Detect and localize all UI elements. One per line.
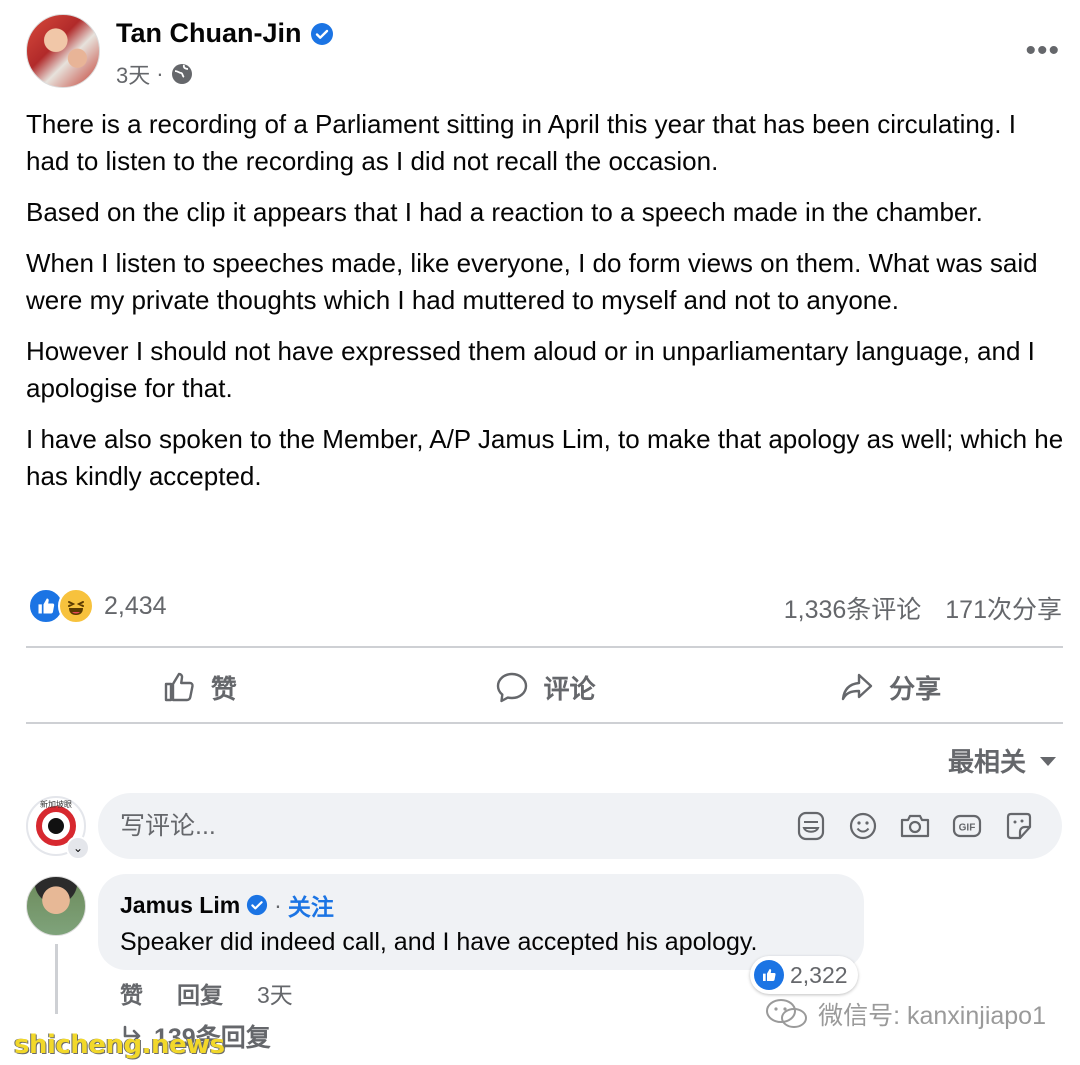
reaction-count: 2,434 bbox=[104, 591, 167, 620]
current-user-avatar[interactable]: 新加坡眼 ⌄ bbox=[26, 796, 90, 860]
commenter-name[interactable]: Jamus Lim bbox=[120, 892, 240, 919]
follow-button[interactable]: 关注 bbox=[288, 888, 334, 922]
globe-icon bbox=[171, 64, 192, 84]
comment-reaction-summary[interactable]: 2,322 bbox=[750, 956, 858, 994]
like-label: 赞 bbox=[210, 673, 237, 704]
comment-like-button[interactable]: 赞 bbox=[120, 976, 143, 1010]
wechat-icon bbox=[766, 999, 808, 1028]
reactions-summary[interactable]: 2,434 bbox=[28, 588, 167, 624]
comment-text: Speaker did indeed call, and I have acce… bbox=[120, 928, 758, 956]
like-button[interactable]: 赞 bbox=[26, 652, 372, 722]
verified-badge-icon bbox=[247, 894, 268, 916]
author-name[interactable]: Tan Chuan-Jin bbox=[116, 18, 302, 49]
sort-label: 最相关 bbox=[947, 747, 1026, 777]
comment-icon bbox=[496, 672, 527, 703]
comment-time[interactable]: 3天 bbox=[257, 976, 293, 1010]
avatar-brand-text: 新加坡眼 bbox=[40, 800, 72, 809]
share-icon bbox=[841, 673, 873, 701]
gif-icon[interactable]: GIF bbox=[950, 809, 984, 843]
commenter-avatar[interactable] bbox=[26, 876, 86, 936]
comment-reply-button[interactable]: 回复 bbox=[177, 976, 223, 1010]
thumbs-up-icon bbox=[164, 672, 194, 702]
site-watermark: shicheng.news bbox=[14, 1030, 225, 1060]
post-paragraph: Based on the clip it appears that I had … bbox=[26, 197, 983, 227]
separator-dot: · bbox=[274, 891, 282, 918]
divider bbox=[26, 722, 1063, 724]
author-avatar[interactable] bbox=[26, 14, 100, 88]
share-label: 分享 bbox=[889, 673, 942, 704]
comments-count[interactable]: 1,336条评论 bbox=[784, 590, 922, 626]
share-button[interactable]: 分享 bbox=[717, 652, 1063, 722]
post-actions: 赞 评论 分享 bbox=[26, 652, 1063, 722]
chevron-down-icon[interactable]: ⌄ bbox=[66, 836, 90, 860]
post-paragraph: When I listen to speeches made, like eve… bbox=[26, 248, 1038, 315]
composer-tools: GIF bbox=[794, 809, 1062, 843]
comment-input[interactable] bbox=[120, 811, 794, 841]
post-body: There is a recording of a Parliament sit… bbox=[26, 106, 1066, 509]
more-options-icon[interactable]: ••• bbox=[1025, 34, 1060, 68]
emoji-icon[interactable] bbox=[846, 809, 880, 843]
avatar-sticker-icon[interactable] bbox=[794, 809, 828, 843]
post-paragraph: I have also spoken to the Member, A/P Ja… bbox=[26, 424, 1064, 491]
caret-down-icon bbox=[1040, 756, 1056, 766]
haha-reaction-icon bbox=[58, 588, 94, 624]
comment-bubble: Jamus Lim · 关注 Speaker did indeed call, … bbox=[98, 874, 864, 970]
thread-line bbox=[55, 944, 58, 1014]
post-time[interactable]: 3天 bbox=[116, 58, 150, 90]
comment-composer[interactable]: GIF bbox=[98, 793, 1062, 859]
svg-text:GIF: GIF bbox=[959, 823, 976, 834]
comment-label: 评论 bbox=[543, 673, 596, 704]
post-paragraph: However I should not have expressed them… bbox=[26, 336, 1035, 403]
wechat-id: 微信号: kanxinjiapo1 bbox=[818, 1002, 1046, 1030]
post-meta: 3天 · bbox=[116, 58, 194, 90]
sticker-icon[interactable] bbox=[1002, 809, 1036, 843]
comment-actions: 赞 回复 3天 bbox=[120, 976, 293, 1010]
divider bbox=[26, 646, 1063, 648]
post-header: Tan Chuan-Jin 3天 · ••• bbox=[26, 14, 1066, 90]
wechat-watermark: 微信号: kanxinjiapo1 bbox=[764, 996, 1046, 1032]
post-stats: 1,336条评论 171次分享 bbox=[784, 590, 1062, 626]
camera-icon[interactable] bbox=[898, 809, 932, 843]
author-row: Tan Chuan-Jin bbox=[116, 18, 334, 49]
verified-badge-icon bbox=[310, 22, 333, 45]
comment-button[interactable]: 评论 bbox=[372, 652, 718, 722]
meta-dot: · bbox=[156, 61, 164, 86]
post-paragraph: There is a recording of a Parliament sit… bbox=[26, 109, 1016, 176]
comment-sort-dropdown[interactable]: 最相关 bbox=[948, 742, 1058, 779]
comment-reaction-count: 2,322 bbox=[790, 961, 848, 988]
like-reaction-icon bbox=[754, 960, 784, 990]
shares-count[interactable]: 171次分享 bbox=[945, 590, 1062, 626]
comment-header: Jamus Lim · 关注 bbox=[120, 888, 842, 922]
